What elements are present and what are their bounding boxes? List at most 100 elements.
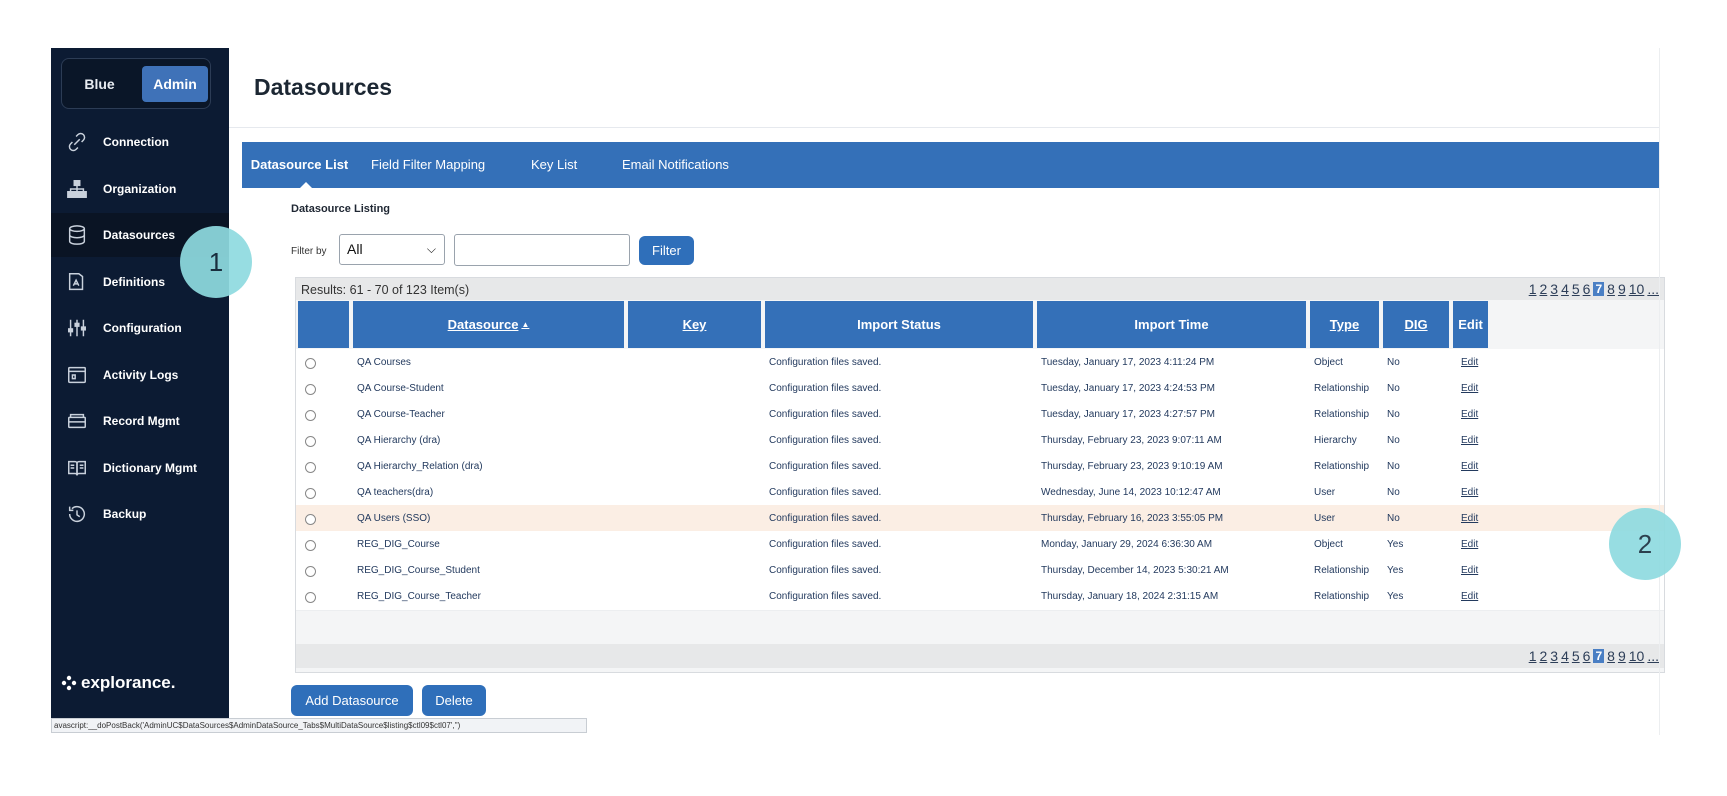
cell-type: Relationship xyxy=(1314,383,1370,394)
filter-button[interactable]: Filter xyxy=(639,236,694,265)
mode-admin-option[interactable]: Admin xyxy=(142,66,208,102)
page-link-7[interactable]: 7 xyxy=(1593,282,1605,296)
page-link-3[interactable]: 3 xyxy=(1550,281,1558,297)
table-row[interactable]: QA Course-Student Configuration files sav… xyxy=(296,375,1664,403)
page-link-more[interactable]: ... xyxy=(1647,648,1659,664)
row-select-radio[interactable] xyxy=(305,488,316,499)
page-title: Datasources xyxy=(254,74,393,100)
table-row[interactable]: QA Users (SSO) Configuration files saved.… xyxy=(296,505,1664,533)
edit-link[interactable]: Edit xyxy=(1461,557,1478,585)
edit-link[interactable]: Edit xyxy=(1461,583,1478,611)
sidebar-item-organization[interactable]: Organization xyxy=(51,167,229,211)
sort-asc-icon: ▲ xyxy=(521,320,530,329)
page-link-4[interactable]: 4 xyxy=(1561,281,1569,297)
header-dig[interactable]: DIG xyxy=(1383,301,1449,348)
edit-link[interactable]: Edit xyxy=(1461,479,1478,507)
edit-link[interactable]: Edit xyxy=(1461,375,1478,403)
cell-type: Relationship xyxy=(1314,565,1370,576)
row-select-radio[interactable] xyxy=(305,462,316,473)
page-link-8[interactable]: 8 xyxy=(1607,281,1615,297)
page-link-2[interactable]: 2 xyxy=(1539,281,1547,297)
page-link-5[interactable]: 5 xyxy=(1572,648,1580,664)
cell-type: Relationship xyxy=(1314,409,1370,420)
tab-email-notifications[interactable]: Email Notifications xyxy=(622,142,729,188)
edit-link[interactable]: Edit xyxy=(1461,505,1478,533)
page-link-4[interactable]: 4 xyxy=(1561,648,1569,664)
page-link-9[interactable]: 9 xyxy=(1618,281,1626,297)
cell-type: Object xyxy=(1314,539,1343,550)
table-row[interactable]: REG_DIG_Course Configuration files saved.… xyxy=(296,531,1664,559)
header-type[interactable]: Type xyxy=(1310,301,1379,348)
mode-switch[interactable]: Blue Admin xyxy=(61,58,211,109)
page-link-5[interactable]: 5 xyxy=(1572,281,1580,297)
table-row[interactable]: REG_DIG_Course_Teacher Configuration file… xyxy=(296,583,1664,611)
sidebar: Blue Admin Connection Organization Datasou… xyxy=(51,48,229,718)
filter-select[interactable]: All ⌵ xyxy=(339,234,445,265)
sidebar-item-record-mgmt[interactable]: Record Mgmt xyxy=(51,399,229,443)
sidebar-item-backup[interactable]: Backup xyxy=(51,492,229,536)
cell-datasource: QA Users (SSO) xyxy=(357,513,431,524)
table-row[interactable]: REG_DIG_Course_Student Configuration file… xyxy=(296,557,1664,585)
cell-dig: No xyxy=(1387,409,1400,420)
page-link-2[interactable]: 2 xyxy=(1539,648,1547,664)
edit-link[interactable]: Edit xyxy=(1461,453,1478,481)
table-row[interactable]: QA Course-Teacher Configuration files sav… xyxy=(296,401,1664,429)
edit-link[interactable]: Edit xyxy=(1461,531,1478,559)
sidebar-item-connection[interactable]: Connection xyxy=(51,120,229,164)
sidebar-item-label: Activity Logs xyxy=(103,368,179,382)
row-select-radio[interactable] xyxy=(305,540,316,551)
content-right-edge xyxy=(1659,48,1660,735)
page-link-1[interactable]: 1 xyxy=(1529,281,1537,297)
row-select-radio[interactable] xyxy=(305,436,316,447)
cell-datasource: QA teachers(dra) xyxy=(357,487,434,498)
table-row[interactable]: QA Courses Configuration files saved. Tues… xyxy=(296,349,1664,377)
sidebar-item-label: Definitions xyxy=(103,275,165,289)
page-link-7[interactable]: 7 xyxy=(1593,649,1605,663)
pager-bottom: 1 2 3 4 5 6 7 8 9 10... xyxy=(1529,648,1659,664)
cell-datasource: QA Course-Student xyxy=(357,383,444,394)
org-chart-icon xyxy=(51,178,103,200)
cell-time: Thursday, December 14, 2023 5:30:21 AM xyxy=(1041,565,1229,576)
row-select-radio[interactable] xyxy=(305,410,316,421)
tab-bar: Datasource List Field Filter Mapping Key… xyxy=(242,142,1660,189)
mode-blue-option[interactable]: Blue xyxy=(66,66,133,102)
cell-datasource: QA Hierarchy (dra) xyxy=(357,435,441,446)
edit-link[interactable]: Edit xyxy=(1461,427,1478,455)
page-link-more[interactable]: ... xyxy=(1647,281,1659,297)
sidebar-item-dictionary-mgmt[interactable]: Dictionary Mgmt xyxy=(51,446,229,490)
sidebar-item-activity-logs[interactable]: Activity Logs xyxy=(51,353,229,397)
cell-time: Tuesday, January 17, 2023 4:24:53 PM xyxy=(1041,383,1215,394)
add-datasource-button[interactable]: Add Datasource xyxy=(291,685,413,716)
edit-link[interactable]: Edit xyxy=(1461,349,1478,377)
page-link-9[interactable]: 9 xyxy=(1618,648,1626,664)
cell-dig: Yes xyxy=(1387,591,1404,602)
sidebar-item-configuration[interactable]: Configuration xyxy=(51,306,229,350)
cell-time: Wednesday, June 14, 2023 10:12:47 AM xyxy=(1041,487,1221,498)
page-link-6[interactable]: 6 xyxy=(1583,281,1591,297)
delete-button[interactable]: Delete xyxy=(422,685,486,716)
row-select-radio[interactable] xyxy=(305,358,316,369)
page-link-10[interactable]: 10 xyxy=(1629,648,1645,664)
edit-link[interactable]: Edit xyxy=(1461,401,1478,429)
row-select-radio[interactable] xyxy=(305,384,316,395)
page-link-8[interactable]: 8 xyxy=(1607,648,1615,664)
row-select-radio[interactable] xyxy=(305,514,316,525)
sidebar-item-label: Organization xyxy=(103,182,177,196)
header-key[interactable]: Key xyxy=(628,301,761,348)
page-link-6[interactable]: 6 xyxy=(1583,648,1591,664)
tab-field-filter-mapping[interactable]: Field Filter Mapping xyxy=(371,142,485,188)
row-select-radio[interactable] xyxy=(305,566,316,577)
page-link-10[interactable]: 10 xyxy=(1629,281,1645,297)
step-callout-1: 1 xyxy=(180,226,252,298)
row-select-radio[interactable] xyxy=(305,592,316,603)
cell-datasource: QA Hierarchy_Relation (dra) xyxy=(357,461,483,472)
page-link-3[interactable]: 3 xyxy=(1550,648,1558,664)
table-row[interactable]: QA Hierarchy_Relation (dra) Configuration… xyxy=(296,453,1664,481)
cell-status: Configuration files saved. xyxy=(769,539,882,550)
table-row[interactable]: QA teachers(dra) Configuration files save… xyxy=(296,479,1664,507)
table-row[interactable]: QA Hierarchy (dra) Configuration files sa… xyxy=(296,427,1664,455)
page-link-1[interactable]: 1 xyxy=(1529,648,1537,664)
tab-key-list[interactable]: Key List xyxy=(531,142,577,188)
filter-text-input[interactable] xyxy=(454,234,630,266)
header-datasource[interactable]: Datasource ▲ xyxy=(353,301,624,348)
